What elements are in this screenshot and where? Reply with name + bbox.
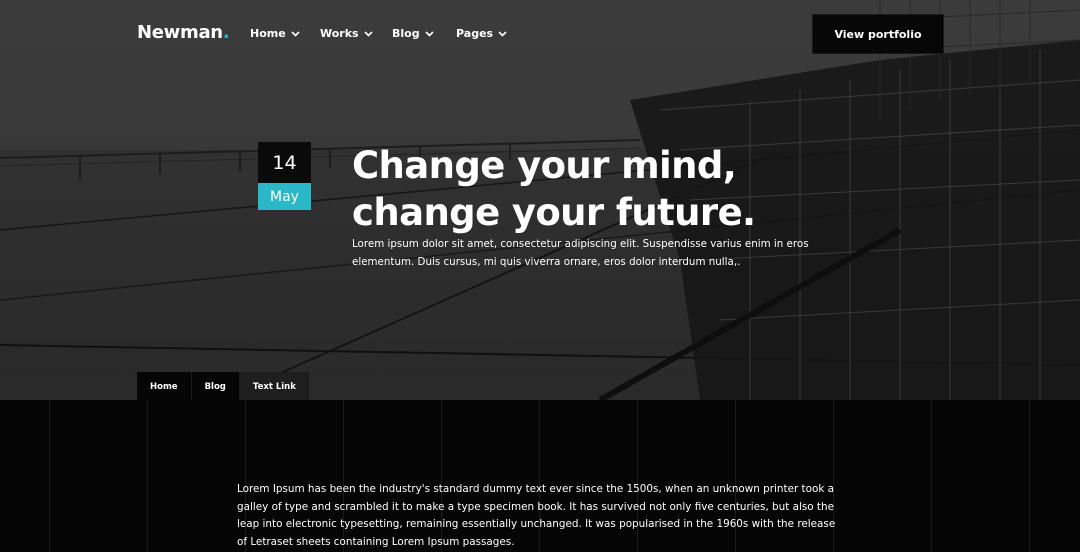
grid-line: [147, 400, 148, 552]
breadcrumb-item-blog[interactable]: Blog: [190, 372, 239, 400]
breadcrumb: Home Blog Text Link: [137, 372, 309, 400]
grid-line: [49, 400, 50, 552]
nav-item-works[interactable]: Works: [320, 27, 373, 40]
post-date-day: 14: [258, 142, 311, 183]
brand-dot: .: [222, 22, 230, 43]
post-date-month: May: [258, 183, 311, 210]
chevron-down-icon: [498, 30, 507, 37]
post-excerpt: Lorem ipsum dolor sit amet, consectetur …: [352, 238, 809, 268]
chevron-down-icon: [291, 30, 300, 37]
breadcrumb-item-home[interactable]: Home: [137, 372, 191, 400]
nav-item-blog[interactable]: Blog: [392, 27, 434, 40]
nav-item-label: Home: [250, 27, 286, 40]
grid-line: [931, 400, 932, 552]
hero-section: Newman. Home Works Blog Pages View portf…: [0, 0, 1080, 400]
nav-item-label: Blog: [392, 27, 420, 40]
grid-line: [1029, 400, 1030, 552]
view-portfolio-button[interactable]: View portfolio: [812, 14, 944, 54]
nav-item-label: Works: [320, 27, 359, 40]
breadcrumb-item-current[interactable]: Text Link: [238, 372, 309, 400]
nav-item-home[interactable]: Home: [250, 27, 300, 40]
article-body-text: Lorem Ipsum has been the industry's stan…: [237, 483, 836, 548]
chevron-down-icon: [425, 30, 434, 37]
post-title-line1: Change your mind,: [352, 144, 737, 187]
post-title-line2: change your future.: [352, 191, 756, 234]
nav-item-pages[interactable]: Pages: [456, 27, 507, 40]
brand-name: Newman: [137, 22, 223, 43]
brand-logo[interactable]: Newman.: [137, 22, 230, 43]
nav-item-label: Pages: [456, 27, 494, 40]
post-title: Change your mind, change your future.: [352, 142, 812, 236]
chevron-down-icon: [364, 30, 373, 37]
